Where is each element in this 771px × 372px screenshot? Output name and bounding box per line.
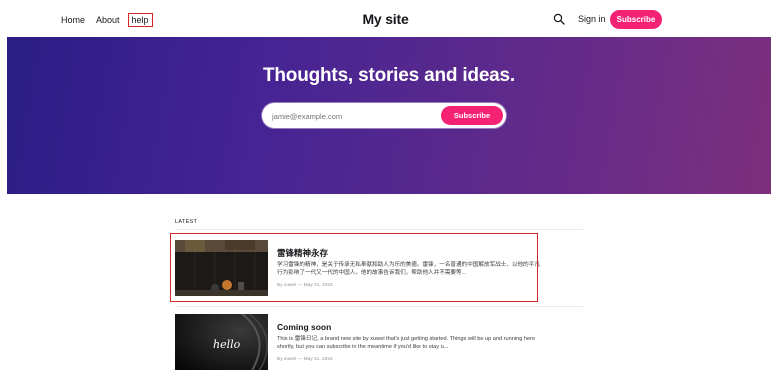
hero-title: Thoughts, stories and ideas.	[263, 65, 515, 86]
thumbnail-hello-text: hello	[213, 338, 241, 351]
section-label-latest: LATEST	[175, 219, 198, 225]
divider	[175, 306, 583, 307]
post-card[interactable]: 雷锋精神永存 学习雷锋的精神，是关于传承无私奉献和助人为乐的美德。雷锋，一名普通…	[175, 240, 540, 300]
site-header: Home About help My site Sign in Subscrib…	[0, 0, 771, 37]
header-subscribe-button[interactable]: Subscribe	[610, 10, 662, 29]
hero-subscribe-button[interactable]: Subscribe	[441, 106, 503, 125]
hero-banner: Thoughts, stories and ideas. Subscribe	[7, 37, 771, 194]
post-meta: By xuwei — May 31, 2024	[277, 357, 333, 362]
subscribe-form: Subscribe	[262, 103, 506, 128]
divider	[175, 229, 583, 230]
post-card[interactable]: hello Coming soon This is 雷锋日记, a brand …	[175, 314, 535, 372]
sign-in-link[interactable]: Sign in	[578, 14, 606, 24]
post-thumbnail[interactable]	[175, 240, 268, 296]
post-excerpt: This is 雷锋日记, a brand new site by xuwei …	[277, 336, 536, 350]
post-title[interactable]: Coming soon	[277, 322, 331, 332]
post-meta: By xuwei — May 31, 2024	[277, 283, 333, 288]
email-input[interactable]	[272, 110, 432, 122]
search-icon[interactable]	[553, 13, 565, 25]
post-excerpt: 学习雷锋的精神，是关于传承无私奉献和助人为乐的美德。雷锋，一名普通的中国解放军战…	[277, 262, 540, 276]
post-thumbnail[interactable]: hello	[175, 314, 268, 370]
post-title[interactable]: 雷锋精神永存	[277, 247, 328, 259]
